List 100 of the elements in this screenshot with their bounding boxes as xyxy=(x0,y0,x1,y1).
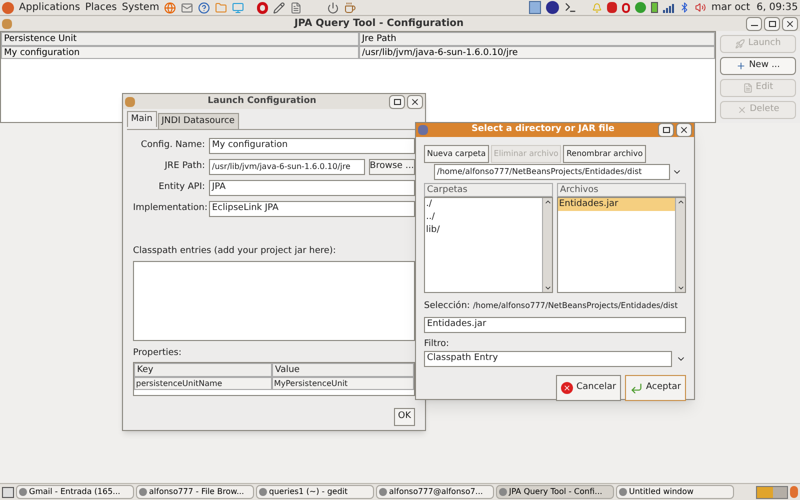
filename-field[interactable]: Entidades.jar xyxy=(424,316,686,332)
speaker-icon xyxy=(695,2,706,13)
maximize-button[interactable] xyxy=(764,16,780,30)
dropdown-field[interactable]: JPA xyxy=(209,180,415,196)
close-icon xyxy=(410,96,420,106)
app-icon xyxy=(125,96,135,106)
close-icon xyxy=(785,18,795,28)
panel-menu[interactable]: Places xyxy=(85,0,117,15)
document-icon xyxy=(290,2,302,14)
dropdown-field[interactable]: EclipseLink JPA xyxy=(209,201,415,217)
toolbar-button[interactable]: Renombrar archivo xyxy=(563,145,646,163)
list-header[interactable]: Archivos xyxy=(557,183,686,197)
maximize-button[interactable] xyxy=(389,94,405,108)
browser-icon xyxy=(164,2,176,14)
power-icon xyxy=(327,2,340,14)
taskbar-item[interactable]: JPA Query Tool - Confi... xyxy=(496,485,614,499)
folder-item[interactable]: ../ xyxy=(425,211,542,224)
text-field[interactable]: My configuration xyxy=(209,138,415,154)
toolbar-button[interactable]: Nueva carpeta xyxy=(424,145,489,163)
app-icon xyxy=(619,488,627,496)
app-icon xyxy=(2,18,12,28)
plus-icon xyxy=(736,61,746,71)
column-header[interactable]: Key xyxy=(134,363,272,377)
folder-item[interactable]: ./ xyxy=(425,198,542,211)
opera-icon[interactable] xyxy=(622,2,630,12)
column-header[interactable]: Persistence Unit xyxy=(1,32,359,46)
maximize-icon xyxy=(768,20,776,26)
mail-icon xyxy=(181,2,194,14)
selection-path: /home/alfonso777/NetBeansProjects/Entidades/dist xyxy=(472,300,678,312)
table-cell: My configuration xyxy=(1,46,359,59)
cup-icon xyxy=(344,2,356,14)
show-desktop-icon[interactable] xyxy=(2,486,14,498)
classpath-label: Classpath entries (add your project jar here): xyxy=(133,245,337,258)
filter-label: Filtro: xyxy=(424,338,450,350)
filter-dropdown[interactable]: Classpath Entry xyxy=(424,351,672,367)
maximize-button[interactable] xyxy=(658,123,674,137)
maximize-icon xyxy=(394,98,400,104)
field-label: JRE Path: xyxy=(163,160,205,174)
minimize-button[interactable] xyxy=(746,16,762,30)
app-icon xyxy=(418,125,428,135)
column-header[interactable]: Jre Path xyxy=(359,32,715,46)
cancel-button[interactable]: Cancelar xyxy=(556,375,622,401)
path-dropdown[interactable]: /home/alfonso777/NetBeansProjects/Entidades/dist xyxy=(434,164,670,180)
app-icon xyxy=(259,488,267,496)
rocket-icon xyxy=(735,39,746,49)
bluetooth-icon xyxy=(679,2,690,13)
scroll-up-icon[interactable] xyxy=(676,198,684,206)
battery-icon xyxy=(651,2,658,13)
help-icon xyxy=(198,2,210,14)
tab[interactable]: Main xyxy=(127,111,156,127)
panel-menu[interactable]: System xyxy=(122,0,160,15)
scroll-up-icon[interactable] xyxy=(544,198,552,206)
panel-menu[interactable]: Applications xyxy=(19,0,80,15)
properties-label: Properties: xyxy=(133,346,183,360)
window-title: JPA Query Tool - Configuration xyxy=(292,17,465,31)
table-cell: /usr/lib/jvm/java-6-sun-1.6.0.10/jre xyxy=(359,46,715,59)
close-icon xyxy=(679,125,689,135)
app-icon xyxy=(379,488,387,496)
list-header[interactable]: Carpetas xyxy=(424,183,553,197)
monitor-icon xyxy=(232,2,244,14)
taskbar-item[interactable]: alfonso777@alfonso7... xyxy=(376,485,494,499)
action-button[interactable]: New ... xyxy=(720,57,796,75)
field-label: Config. Name: xyxy=(140,139,205,152)
column-header[interactable]: Value xyxy=(272,363,414,377)
clock[interactable]: mar oct 6, 09:35 xyxy=(711,0,798,15)
scroll-down-icon[interactable] xyxy=(544,284,552,292)
close-button[interactable] xyxy=(676,123,692,137)
dialog-title: Select a directory or JAR file xyxy=(470,123,616,136)
signal-icon xyxy=(663,2,674,12)
file-item[interactable]: Entidades.jar xyxy=(558,198,675,211)
app-icon xyxy=(139,488,147,496)
ok-button[interactable]: OK xyxy=(394,408,415,426)
x-icon xyxy=(736,105,747,115)
tab[interactable]: JNDI Datasource xyxy=(158,113,239,129)
table-row[interactable]: My configuration /usr/lib/jvm/java-6-sun-1.6.0.10/jre xyxy=(1,46,715,59)
taskbar-item[interactable]: queries1 (~) - gedit xyxy=(256,485,374,499)
document-icon xyxy=(742,83,753,93)
dialog-title: Launch Configuration xyxy=(206,94,318,108)
scroll-down-icon[interactable] xyxy=(676,284,684,292)
field-label: Implementation: xyxy=(133,202,205,216)
scrollbar[interactable] xyxy=(675,198,685,292)
text-field[interactable]: /usr/lib/jvm/java-6-sun-1.6.0.10/jre xyxy=(209,159,365,175)
app-icon xyxy=(499,488,507,496)
cancel-icon xyxy=(561,382,574,394)
browse-button[interactable]: Browse ... xyxy=(368,159,415,175)
classpath-list[interactable] xyxy=(133,260,415,340)
workspace-switcher[interactable] xyxy=(756,486,788,498)
close-button[interactable] xyxy=(407,94,423,108)
taskbar-item[interactable]: alfonso777 - File Brow... xyxy=(136,485,254,499)
editor-icon xyxy=(273,2,286,14)
folder-icon xyxy=(215,2,228,14)
accept-button[interactable]: Aceptar xyxy=(625,375,686,401)
scrollbar[interactable] xyxy=(542,198,552,292)
bell-icon xyxy=(592,2,602,12)
taskbar-item[interactable]: Gmail - Entrada (165... xyxy=(16,485,134,499)
enter-arrow-icon xyxy=(630,382,644,394)
close-button[interactable] xyxy=(782,16,798,30)
maximize-icon xyxy=(662,127,670,133)
folder-item[interactable]: lib/ xyxy=(425,224,542,237)
taskbar-item[interactable]: Untitled window xyxy=(616,485,734,499)
